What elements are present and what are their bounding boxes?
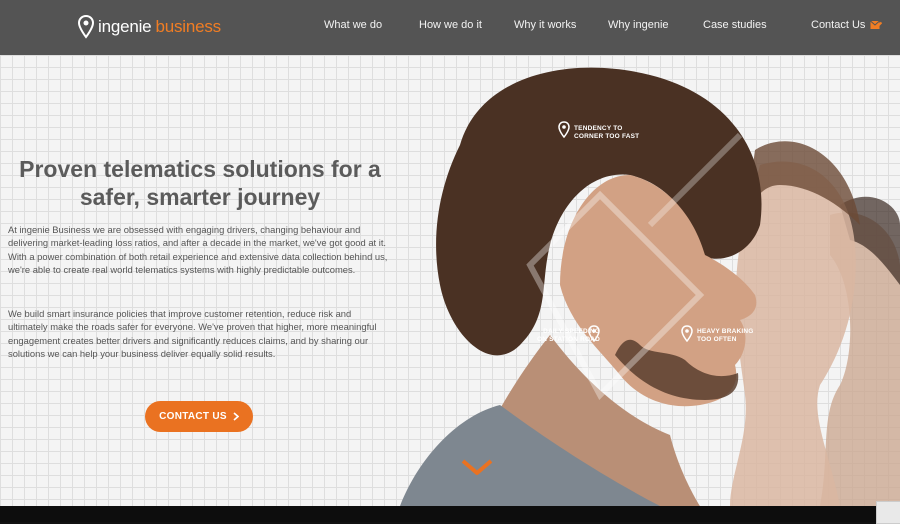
top-nav-bar: ingenie business What we do How we do it… — [0, 0, 900, 55]
tag-cornering-line1: TENDENCY TO — [574, 125, 623, 132]
hero-paragraph-2: We build smart insurance policies that i… — [8, 308, 377, 359]
location-pin-icon — [681, 325, 693, 342]
nav-how-we-do-it[interactable]: How we do it — [419, 19, 482, 31]
location-pin-icon — [78, 15, 94, 39]
location-pin-icon — [588, 325, 600, 342]
logo-word-ingenie: ingenie — [98, 17, 152, 36]
tag-cornering-line2: CORNER TOO FAST — [574, 133, 640, 140]
hero-paragraph-1: At ingenie Business we are obsessed with… — [8, 224, 388, 275]
nav-what-we-do[interactable]: What we do — [324, 19, 382, 31]
ingenie-business-logo[interactable]: ingenie business — [78, 13, 221, 41]
hero-headline-line2: safer, smarter journey — [79, 184, 321, 210]
tag-cornering: TENDENCY TO CORNER TOO FAST — [574, 125, 639, 141]
contact-us-button[interactable]: CONTACT US — [145, 401, 253, 432]
contact-envelope-icon[interactable] — [870, 19, 882, 31]
tag-braking: HEAVY BRAKING TOO OFTEN — [697, 328, 754, 344]
logo-word-business: business — [155, 17, 221, 36]
hero-people-photo — [400, 67, 900, 506]
tag-braking-line1: HEAVY BRAKING — [697, 328, 754, 335]
hero-headline-line1: Proven telematics solutions for a — [19, 156, 381, 182]
hero-section: Proven telematics solutions for a safer,… — [0, 55, 900, 506]
hero-headline: Proven telematics solutions for a safer,… — [0, 155, 400, 211]
chevron-right-icon — [233, 412, 239, 421]
nav-why-ingenie[interactable]: Why ingenie — [608, 19, 669, 31]
scroll-down-chevron-icon[interactable] — [461, 458, 493, 476]
tag-braking-line2: TOO OFTEN — [697, 336, 737, 343]
nav-why-it-works[interactable]: Why it works — [514, 19, 576, 31]
nav-contact-us[interactable]: Contact Us — [811, 19, 865, 31]
corner-badge-widget[interactable] — [876, 501, 900, 524]
bottom-bar — [0, 506, 900, 522]
nav-case-studies[interactable]: Case studies — [703, 19, 767, 31]
location-pin-icon — [558, 121, 570, 138]
contact-us-button-label: CONTACT US — [159, 411, 227, 422]
